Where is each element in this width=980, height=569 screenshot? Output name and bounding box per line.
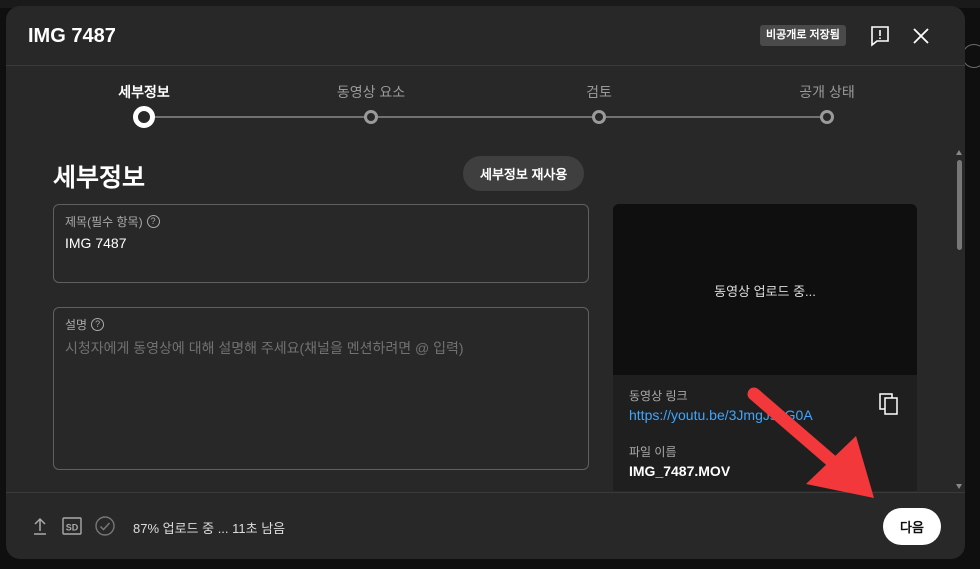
feedback-icon[interactable]: [868, 24, 892, 48]
description-field-label-text: 설명: [65, 318, 88, 332]
dialog-title: IMG 7487: [28, 25, 116, 47]
sd-badge-text: SD: [66, 523, 79, 533]
close-icon[interactable]: [909, 24, 933, 48]
filename-label: 파일 이름: [629, 445, 677, 459]
scroll-thumb[interactable]: [957, 160, 962, 250]
help-icon[interactable]: ?: [91, 318, 105, 331]
content-scrollbar[interactable]: [955, 148, 963, 493]
title-field-label-text: 제목(필수 항목): [65, 215, 143, 229]
upload-dialog: IMG 7487 비공개로 저장됨 세부정보 동영상 요소 검토 공개 상태 세…: [6, 6, 965, 559]
details-content: 세부정보 세부정보 재사용 제목(필수 항목) ? IMG 7487 설명 ? …: [6, 146, 965, 491]
reuse-details-button[interactable]: 세부정보 재사용: [463, 156, 585, 191]
upload-stepper: 세부정보 동영상 요소 검토 공개 상태: [6, 66, 965, 146]
step-label-checks[interactable]: 검토: [586, 82, 612, 102]
title-input[interactable]: IMG 7487: [65, 235, 126, 251]
video-preview: 동영상 업로드 중...: [613, 204, 917, 375]
section-title: 세부정보: [53, 164, 146, 192]
step-dot-visibility[interactable]: [820, 110, 834, 124]
video-preview-card: 동영상 업로드 중... 동영상 링크 https://youtu.be/3Jm…: [613, 204, 917, 491]
description-input[interactable]: 시청자에게 동영상에 대해 설명해 주세요(채널을 멘션하려면 @ 입력): [65, 338, 464, 358]
dialog-header: IMG 7487 비공개로 저장됨: [6, 6, 965, 66]
copy-icon[interactable]: [878, 392, 900, 416]
step-dot-details[interactable]: [133, 106, 155, 128]
help-icon[interactable]: ?: [146, 215, 160, 228]
video-link-label: 동영상 링크: [629, 389, 688, 403]
scroll-up-arrow[interactable]: [956, 150, 962, 155]
upload-icon: [34, 517, 46, 535]
dialog-footer: SD 87% 업로드 중 ... 11초 남음 다음: [6, 492, 965, 559]
step-label-video-elements[interactable]: 동영상 요소: [337, 82, 405, 102]
stepper-track: [144, 116, 826, 118]
description-field-label: 설명 ?: [65, 316, 105, 333]
saved-status-badge: 비공개로 저장됨: [760, 25, 846, 46]
next-button[interactable]: 다음: [883, 508, 941, 545]
upload-status-message: 동영상 업로드 중...: [714, 284, 816, 299]
filename-value: IMG_7487.MOV: [629, 463, 731, 479]
video-link[interactable]: https://youtu.be/3JmgJspG0A: [629, 407, 813, 423]
sd-quality-icon: SD: [62, 517, 82, 535]
step-dot-video-elements[interactable]: [364, 110, 378, 124]
upload-progress-text: 87% 업로드 중 ... 11초 남음: [133, 521, 286, 536]
step-dot-checks[interactable]: [592, 110, 606, 124]
scroll-down-arrow[interactable]: [956, 484, 962, 489]
step-label-details[interactable]: 세부정보: [118, 82, 170, 102]
title-field-label: 제목(필수 항목) ?: [65, 213, 160, 230]
title-field[interactable]: 제목(필수 항목) ? IMG 7487: [53, 204, 589, 283]
checks-complete-icon: [95, 516, 115, 536]
description-field[interactable]: 설명 ? 시청자에게 동영상에 대해 설명해 주세요(채널을 멘션하려면 @ 입…: [53, 307, 589, 470]
step-label-visibility[interactable]: 공개 상태: [799, 82, 854, 102]
